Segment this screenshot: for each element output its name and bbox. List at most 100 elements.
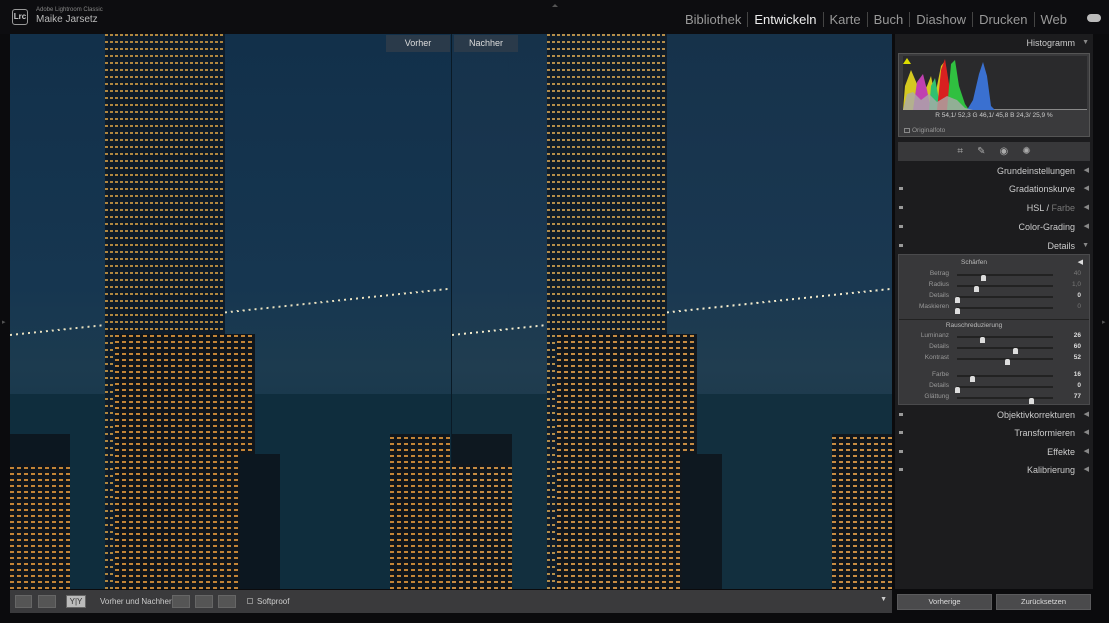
slider-glättung[interactable]: Glättung 77: [899, 393, 1089, 404]
panel-grundeinstellungen[interactable]: Grundeinstellungen ◀: [895, 163, 1093, 179]
slider-value[interactable]: 52: [1074, 354, 1081, 361]
slider-label: Details: [929, 343, 949, 350]
panel-gradationskurve[interactable]: Gradationskurve ◀: [895, 181, 1093, 197]
photo-detail: [682, 454, 722, 589]
right-panel-arrow-icon[interactable]: ▸: [1102, 318, 1106, 326]
slider-track[interactable]: [957, 347, 1053, 354]
before-image: [10, 34, 451, 589]
histogram-graph: [903, 58, 995, 110]
panel-transformieren[interactable]: Transformieren ◀: [895, 425, 1093, 441]
crop-icon[interactable]: ⌗: [957, 146, 963, 157]
slider-value[interactable]: 0: [1077, 303, 1081, 310]
previous-button[interactable]: Vorherige: [897, 594, 992, 610]
module-entwickeln[interactable]: Entwickeln: [747, 12, 822, 27]
slider-value[interactable]: 60: [1074, 343, 1081, 350]
slider-label: Glättung: [924, 393, 949, 400]
noise-title: Rauschreduzierung: [945, 322, 1003, 329]
slider-track[interactable]: [957, 397, 1053, 404]
bottom-toolbar: Y|Y Vorher und Nachher: Softproof ▼: [10, 590, 892, 613]
tool-strip: ⌗ ✎ ◉ ✺: [898, 142, 1090, 161]
panel-switch-icon: [899, 431, 903, 434]
slider-maskieren[interactable]: Maskieren 0: [899, 303, 1089, 314]
slider-details[interactable]: Details 0: [899, 292, 1089, 303]
slider-label: Details: [929, 292, 949, 299]
swap-before-after-button[interactable]: [218, 595, 236, 608]
slider-track[interactable]: [955, 296, 1053, 303]
photo-detail: [10, 464, 70, 589]
panel-objektivkorrekturen[interactable]: Objektivkorrekturen ◀: [895, 407, 1093, 423]
panel-kalibrierung[interactable]: Kalibrierung ◀: [895, 462, 1093, 478]
slider-value[interactable]: 26: [1074, 332, 1081, 339]
top-bar: Lrc Adobe Lightroom Classic Maike Jarset…: [0, 0, 1109, 34]
left-panel-arrow-icon[interactable]: ▸: [2, 318, 6, 326]
slider-value[interactable]: 1,0: [1072, 281, 1081, 288]
slider-luminanz[interactable]: Luminanz 26: [899, 332, 1089, 343]
slider-thumb[interactable]: [1028, 398, 1034, 404]
slider-track[interactable]: [957, 285, 1053, 292]
slider-label: Kontrast: [924, 354, 949, 361]
slider-track[interactable]: [957, 375, 1053, 382]
toolbar-menu-icon[interactable]: ▼: [880, 596, 887, 603]
slider-label: Maskieren: [919, 303, 949, 310]
histogram-header[interactable]: Histogramm ▼: [895, 35, 1093, 51]
masking-icon[interactable]: ✺: [1022, 146, 1030, 157]
slider-track[interactable]: [957, 336, 1053, 343]
slider-value[interactable]: 40: [1074, 270, 1081, 277]
slider-track[interactable]: [955, 386, 1053, 393]
slider-value[interactable]: 77: [1074, 393, 1081, 400]
slider-thumb[interactable]: [1004, 359, 1010, 365]
before-label: Vorher: [386, 35, 450, 52]
module-diashow[interactable]: Diashow: [909, 12, 972, 27]
panel-details[interactable]: Details ▼: [895, 238, 1093, 254]
slider-details[interactable]: Details 0: [899, 382, 1089, 393]
softproof-checkbox[interactable]: Softproof: [247, 597, 289, 606]
healing-icon[interactable]: ✎: [977, 146, 985, 157]
before-after-view-button[interactable]: Y|Y: [66, 595, 86, 608]
module-karte[interactable]: Karte: [822, 12, 867, 27]
original-photo-toggle[interactable]: Originalfoto: [904, 127, 945, 134]
slider-betrag[interactable]: Betrag 40: [899, 270, 1089, 281]
red-eye-icon[interactable]: ◉: [999, 146, 1008, 157]
panel-switch-icon: [899, 187, 903, 190]
reset-button[interactable]: Zurücksetzen: [996, 594, 1091, 610]
compare-view-button[interactable]: [38, 595, 56, 608]
after-image: [452, 34, 892, 589]
slider-track[interactable]: [957, 358, 1053, 365]
slider-value[interactable]: 0: [1077, 382, 1081, 389]
slider-kontrast[interactable]: Kontrast 52: [899, 354, 1089, 365]
copy-before-to-after-button[interactable]: [172, 595, 190, 608]
cloud-icon[interactable]: [1087, 14, 1101, 22]
loupe-view-button[interactable]: [15, 595, 32, 608]
collapse-top-arrow-icon[interactable]: [552, 1, 558, 7]
split-divider[interactable]: [451, 34, 452, 589]
slider-track[interactable]: [957, 274, 1053, 281]
after-label: Nachher: [454, 35, 518, 52]
module-web[interactable]: Web: [1033, 12, 1074, 27]
slider-label: Betrag: [929, 270, 949, 277]
panel-effekte[interactable]: Effekte ◀: [895, 444, 1093, 460]
module-bibliothek[interactable]: Bibliothek: [679, 12, 747, 27]
panel-color-grading[interactable]: Color-Grading ◀: [895, 219, 1093, 235]
user-name: Maike Jarsetz: [36, 14, 98, 25]
histogram: R 54,1/ 52,3 G 46,1/ 45,8 B 24,3/ 25,9 %…: [898, 53, 1090, 137]
slider-details[interactable]: Details 60: [899, 343, 1089, 354]
module-picker: Bibliothek Entwickeln Karte Buch Diashow…: [679, 12, 1073, 27]
slider-thumb[interactable]: [955, 308, 960, 314]
panel-switch-icon: [899, 413, 903, 416]
panel-switch-icon: [899, 468, 903, 471]
slider-track[interactable]: [955, 307, 1053, 314]
photo-view[interactable]: Vorher Nachher: [10, 34, 892, 589]
slider-value[interactable]: 0: [1077, 292, 1081, 299]
module-drucken[interactable]: Drucken: [972, 12, 1033, 27]
photo-detail: [832, 434, 892, 589]
slider-radius[interactable]: Radius 1,0: [899, 281, 1089, 292]
slider-value[interactable]: 16: [1074, 371, 1081, 378]
divider: [899, 319, 1089, 320]
panel-hsl-farbe[interactable]: HSL / Farbe ◀: [895, 200, 1093, 216]
module-buch[interactable]: Buch: [866, 12, 910, 27]
sharpen-preview-icon[interactable]: ◀: [1078, 258, 1083, 266]
photo-detail: [10, 286, 451, 336]
copy-after-to-before-button[interactable]: [195, 595, 213, 608]
slider-farbe[interactable]: Farbe 16: [899, 371, 1089, 382]
photo-detail: [452, 286, 892, 336]
